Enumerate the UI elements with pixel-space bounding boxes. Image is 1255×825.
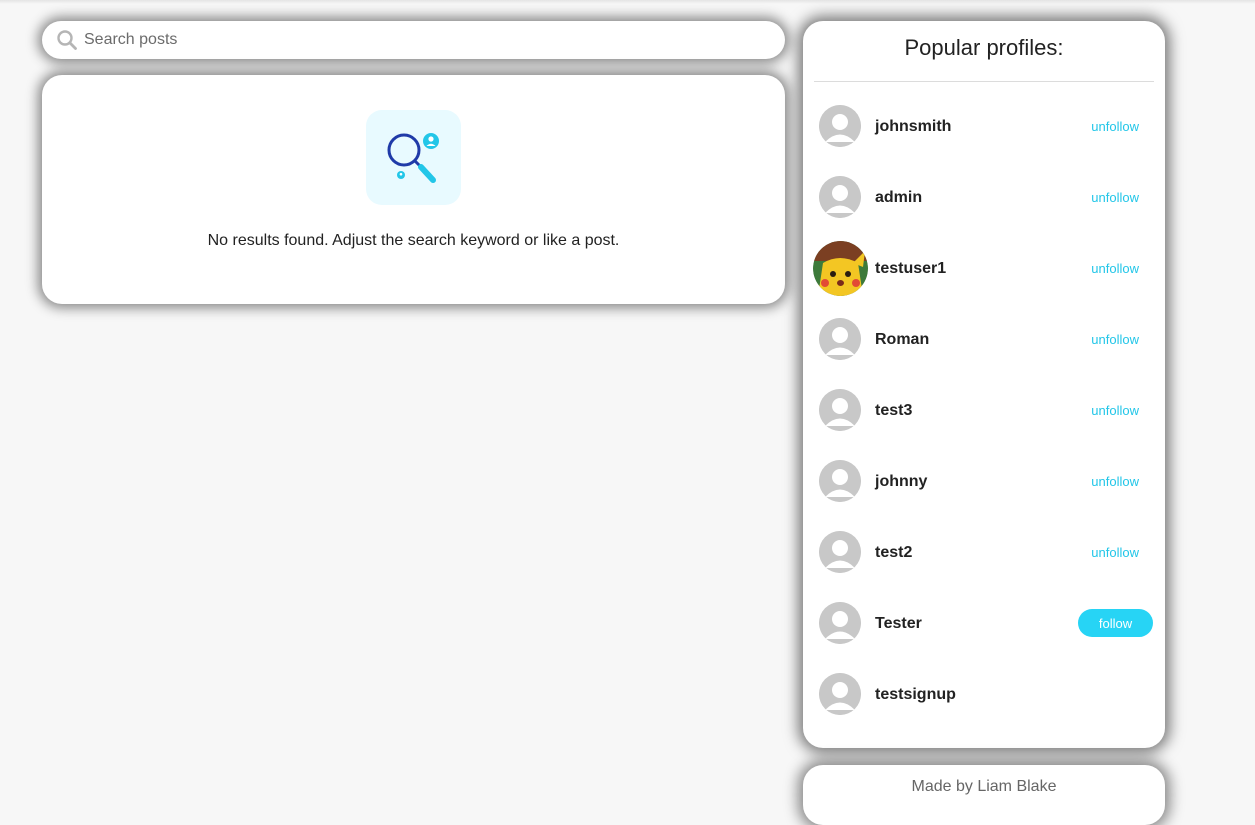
search-results-panel: No results found. Adjust the search keyw…: [42, 75, 785, 304]
profile-row-test2: test2 unfollow: [803, 517, 1165, 588]
profile-row-admin: admin unfollow: [803, 162, 1165, 233]
search-input[interactable]: [82, 24, 785, 56]
default-avatar-icon[interactable]: [819, 531, 861, 573]
follow-button[interactable]: follow: [1078, 609, 1153, 637]
profile-name[interactable]: admin: [875, 162, 922, 233]
profile-row-testsignup: testsignup: [803, 659, 1165, 730]
profile-name[interactable]: test2: [875, 517, 912, 588]
empty-results-message: No results found. Adjust the search keyw…: [207, 232, 620, 249]
default-avatar-icon[interactable]: [819, 105, 861, 147]
unfollow-button[interactable]: unfollow: [1091, 162, 1139, 233]
profile-row-testuser1: testuser1 unfollow: [803, 233, 1165, 304]
unfollow-button[interactable]: unfollow: [1091, 304, 1139, 375]
unfollow-button[interactable]: unfollow: [1091, 446, 1139, 517]
default-avatar-icon[interactable]: [819, 602, 861, 644]
unfollow-button[interactable]: unfollow: [1091, 375, 1139, 446]
search-user-icon: [387, 133, 439, 183]
footer-panel: Made by Liam Blake: [803, 765, 1165, 825]
profile-row-johnny: johnny unfollow: [803, 446, 1165, 517]
profile-row-tester: Tester follow: [803, 588, 1165, 659]
default-avatar-icon[interactable]: [819, 673, 861, 715]
default-avatar-icon[interactable]: [819, 389, 861, 431]
profile-row-test3: test3 unfollow: [803, 375, 1165, 446]
profile-row-roman: Roman unfollow: [803, 304, 1165, 375]
photo-avatar[interactable]: [813, 241, 868, 296]
profile-name[interactable]: testsignup: [875, 659, 956, 730]
profile-name[interactable]: Roman: [875, 304, 929, 375]
unfollow-button[interactable]: unfollow: [1091, 91, 1139, 162]
divider: [814, 81, 1154, 82]
profile-name[interactable]: johnsmith: [875, 91, 951, 162]
search-icon: [57, 30, 77, 50]
profile-name[interactable]: test3: [875, 375, 912, 446]
search-bar[interactable]: [42, 21, 785, 59]
unfollow-button[interactable]: unfollow: [1091, 517, 1139, 588]
profile-name[interactable]: johnny: [875, 446, 927, 517]
top-shadow: [0, 0, 1255, 4]
default-avatar-icon[interactable]: [819, 318, 861, 360]
empty-results-illustration: [366, 110, 461, 205]
popular-profiles-panel: Popular profiles: johnsmith unfollow adm…: [803, 21, 1165, 748]
profile-row-johnsmith: johnsmith unfollow: [803, 91, 1165, 162]
popular-profiles-title: Popular profiles:: [904, 35, 1064, 60]
profile-name[interactable]: Tester: [875, 588, 922, 659]
default-avatar-icon[interactable]: [819, 460, 861, 502]
unfollow-button[interactable]: unfollow: [1091, 233, 1139, 304]
footer-credit: Made by Liam Blake: [911, 778, 1057, 795]
profile-name[interactable]: testuser1: [875, 233, 946, 304]
default-avatar-icon[interactable]: [819, 176, 861, 218]
